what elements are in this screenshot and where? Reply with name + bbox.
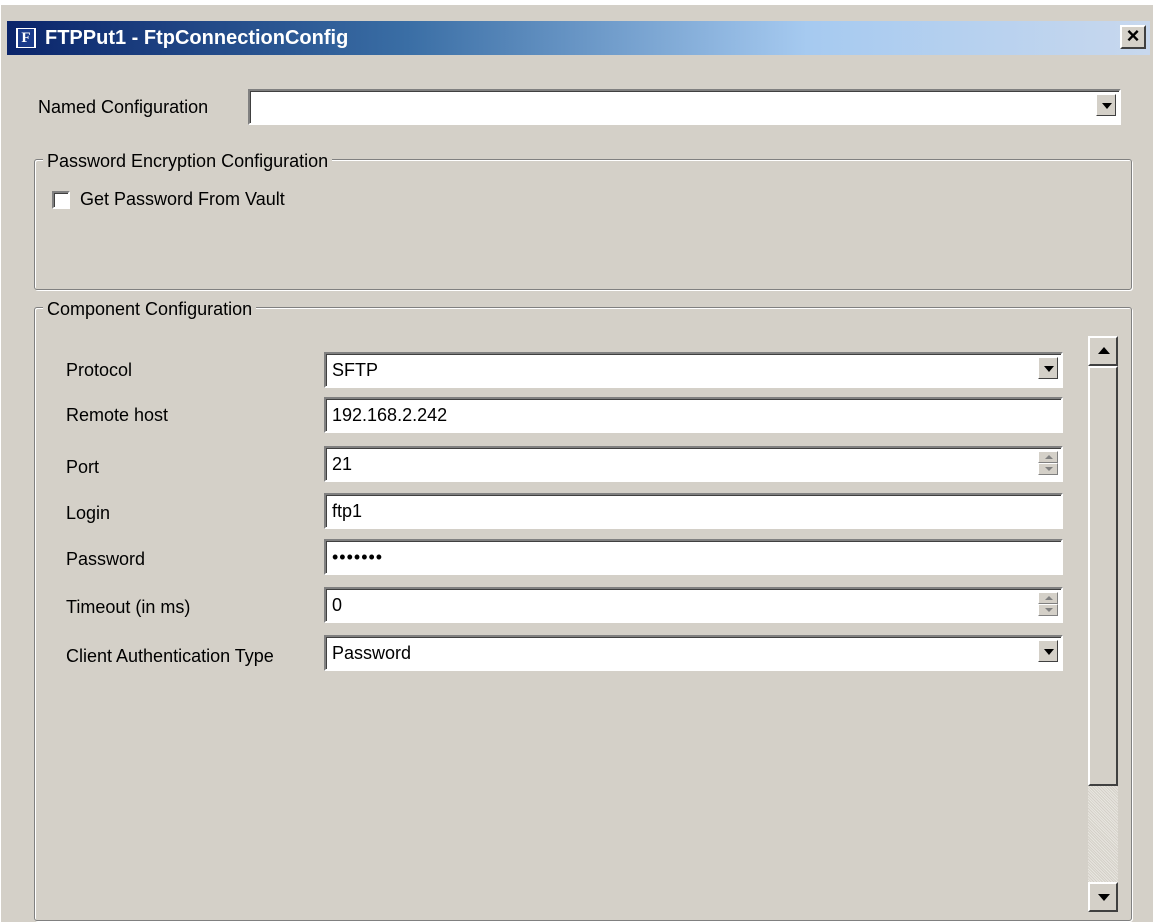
chevron-down-icon[interactable] [1038, 640, 1058, 662]
dialog-window: F FTPPut1 - FtpConnectionConfig × Named … [0, 4, 1153, 922]
vertical-scrollbar[interactable] [1088, 336, 1118, 912]
spinner-arrows-icon[interactable] [1038, 592, 1058, 616]
title-bar[interactable]: F FTPPut1 - FtpConnectionConfig [7, 21, 1150, 55]
protocol-select[interactable]: SFTP [324, 352, 1063, 388]
login-label: Login [66, 503, 111, 523]
port-input[interactable]: 21 [324, 446, 1063, 482]
remote-host-label: Remote host [66, 405, 169, 425]
port-label: Port [66, 457, 100, 477]
close-icon: × [1126, 23, 1140, 48]
password-input[interactable]: ••••••• [324, 539, 1063, 575]
app-icon: F [15, 27, 37, 49]
client-auth-type-select[interactable]: Password [324, 635, 1063, 671]
timeout-input[interactable]: 0 [324, 587, 1063, 623]
named-configuration-select[interactable] [248, 89, 1121, 125]
chevron-down-icon[interactable] [1096, 94, 1116, 116]
password-label: Password [66, 549, 146, 569]
get-password-from-vault-checkbox[interactable] [52, 191, 70, 209]
spinner-arrows-icon[interactable] [1038, 451, 1058, 475]
component-configuration-legend: Component Configuration [43, 298, 257, 320]
arrow-up-icon[interactable] [1088, 336, 1118, 366]
chevron-down-icon[interactable] [1038, 357, 1058, 379]
password-encryption-legend: Password Encryption Configuration [43, 150, 333, 172]
client-auth-type-label: Client Authentication Type [66, 646, 274, 666]
window-title: FTPPut1 - FtpConnectionConfig [45, 27, 349, 49]
scrollbar-thumb[interactable] [1088, 366, 1118, 786]
timeout-label: Timeout (in ms) [66, 597, 191, 617]
login-input[interactable]: ftp1 [324, 493, 1063, 529]
protocol-label: Protocol [66, 360, 133, 380]
password-encryption-group [34, 159, 1132, 290]
get-password-from-vault-label: Get Password From Vault [80, 189, 285, 209]
named-configuration-label: Named Configuration [38, 97, 209, 117]
close-button[interactable]: × [1120, 25, 1146, 49]
remote-host-input[interactable]: 192.168.2.242 [324, 397, 1063, 433]
arrow-down-icon[interactable] [1088, 882, 1118, 912]
